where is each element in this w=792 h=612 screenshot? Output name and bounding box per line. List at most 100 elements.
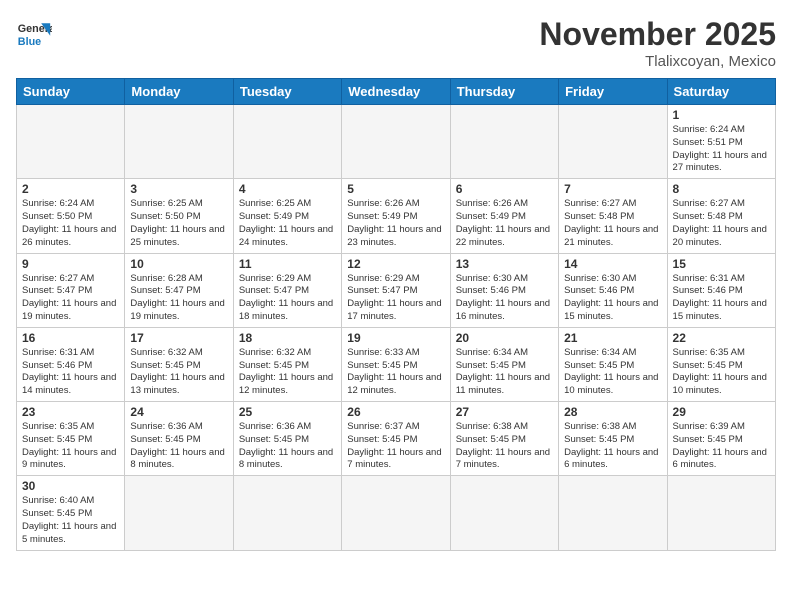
day-info: Sunrise: 6:32 AM Sunset: 5:45 PM Dayligh… xyxy=(130,347,227,398)
day-number: 9 xyxy=(22,257,119,271)
calendar-day-cell: 4Sunrise: 6:25 AM Sunset: 5:49 PM Daylig… xyxy=(233,179,341,253)
calendar-day-cell: 8Sunrise: 6:27 AM Sunset: 5:48 PM Daylig… xyxy=(667,179,775,253)
day-number: 18 xyxy=(239,331,336,345)
calendar-day-cell xyxy=(450,105,558,179)
day-info: Sunrise: 6:24 AM Sunset: 5:50 PM Dayligh… xyxy=(22,198,119,249)
calendar-day-cell: 23Sunrise: 6:35 AM Sunset: 5:45 PM Dayli… xyxy=(17,402,125,476)
calendar-day-cell xyxy=(17,105,125,179)
weekday-header-cell: Thursday xyxy=(450,79,558,105)
calendar-week-row: 23Sunrise: 6:35 AM Sunset: 5:45 PM Dayli… xyxy=(17,402,776,476)
calendar-day-cell xyxy=(233,105,341,179)
day-number: 14 xyxy=(564,257,661,271)
day-info: Sunrise: 6:28 AM Sunset: 5:47 PM Dayligh… xyxy=(130,273,227,324)
calendar-day-cell: 15Sunrise: 6:31 AM Sunset: 5:46 PM Dayli… xyxy=(667,253,775,327)
day-number: 5 xyxy=(347,182,444,196)
location-title: Tlalixcoyan, Mexico xyxy=(539,53,776,70)
weekday-header-cell: Sunday xyxy=(17,79,125,105)
day-number: 2 xyxy=(22,182,119,196)
weekday-header-cell: Friday xyxy=(559,79,667,105)
day-number: 4 xyxy=(239,182,336,196)
calendar-day-cell: 21Sunrise: 6:34 AM Sunset: 5:45 PM Dayli… xyxy=(559,327,667,401)
logo: General Blue xyxy=(16,16,52,52)
calendar-day-cell: 6 Sunrise: 6:26 AM Sunset: 5:49 PM Daylig… xyxy=(450,179,558,253)
calendar-day-cell: 5 Sunrise: 6:26 AM Sunset: 5:49 PM Daylig… xyxy=(342,179,450,253)
day-info: Sunrise: 6:26 AM Sunset: 5:49 PM Dayligh… xyxy=(347,198,444,249)
weekday-header-row: SundayMondayTuesdayWednesdayThursdayFrid… xyxy=(17,79,776,105)
weekday-header-cell: Monday xyxy=(125,79,233,105)
day-number: 20 xyxy=(456,331,553,345)
day-info: Sunrise: 6:29 AM Sunset: 5:47 PM Dayligh… xyxy=(347,273,444,324)
calendar-day-cell: 2 Sunrise: 6:24 AM Sunset: 5:50 PM Daylig… xyxy=(17,179,125,253)
logo-icon: General Blue xyxy=(16,16,52,52)
day-number: 16 xyxy=(22,331,119,345)
calendar-day-cell: 20 Sunrise: 6:34 AM Sunset: 5:45 PM Dayli… xyxy=(450,327,558,401)
day-number: 3 xyxy=(130,182,227,196)
calendar-day-cell: 17 Sunrise: 6:32 AM Sunset: 5:45 PM Dayli… xyxy=(125,327,233,401)
day-info: Sunrise: 6:27 AM Sunset: 5:48 PM Dayligh… xyxy=(564,198,661,249)
day-info: Sunrise: 6:29 AM Sunset: 5:47 PM Dayligh… xyxy=(239,273,336,324)
day-number: 21 xyxy=(564,331,661,345)
day-info: Sunrise: 6:33 AM Sunset: 5:45 PM Dayligh… xyxy=(347,347,444,398)
day-info: Sunrise: 6:34 AM Sunset: 5:45 PM Dayligh… xyxy=(456,347,553,398)
day-info: Sunrise: 6:37 AM Sunset: 5:45 PM Dayligh… xyxy=(347,421,444,472)
calendar-week-row: 2 Sunrise: 6:24 AM Sunset: 5:50 PM Daylig… xyxy=(17,179,776,253)
day-number: 22 xyxy=(673,331,770,345)
day-info: Sunrise: 6:35 AM Sunset: 5:45 PM Dayligh… xyxy=(22,421,119,472)
day-number: 7 xyxy=(564,182,661,196)
day-info: Sunrise: 6:40 AM Sunset: 5:45 PM Dayligh… xyxy=(22,495,119,546)
weekday-header-cell: Tuesday xyxy=(233,79,341,105)
day-info: Sunrise: 6:30 AM Sunset: 5:46 PM Dayligh… xyxy=(456,273,553,324)
day-info: Sunrise: 6:26 AM Sunset: 5:49 PM Dayligh… xyxy=(456,198,553,249)
calendar-day-cell: 26 Sunrise: 6:37 AM Sunset: 5:45 PM Dayli… xyxy=(342,402,450,476)
day-number: 25 xyxy=(239,405,336,419)
day-number: 13 xyxy=(456,257,553,271)
day-info: Sunrise: 6:30 AM Sunset: 5:46 PM Dayligh… xyxy=(564,273,661,324)
day-info: Sunrise: 6:39 AM Sunset: 5:45 PM Dayligh… xyxy=(673,421,770,472)
calendar-day-cell xyxy=(559,476,667,550)
day-number: 28 xyxy=(564,405,661,419)
calendar-day-cell xyxy=(233,476,341,550)
calendar-day-cell: 28 Sunrise: 6:38 AM Sunset: 5:45 PM Dayli… xyxy=(559,402,667,476)
calendar-week-row: 9Sunrise: 6:27 AM Sunset: 5:47 PM Daylig… xyxy=(17,253,776,327)
day-info: Sunrise: 6:36 AM Sunset: 5:45 PM Dayligh… xyxy=(130,421,227,472)
day-number: 15 xyxy=(673,257,770,271)
calendar-day-cell xyxy=(125,476,233,550)
calendar-table: SundayMondayTuesdayWednesdayThursdayFrid… xyxy=(16,78,776,551)
day-info: Sunrise: 6:36 AM Sunset: 5:45 PM Dayligh… xyxy=(239,421,336,472)
title-block: November 2025 Tlalixcoyan, Mexico xyxy=(539,16,776,70)
calendar-day-cell: 25 Sunrise: 6:36 AM Sunset: 5:45 PM Dayli… xyxy=(233,402,341,476)
calendar-body: 1Sunrise: 6:24 AM Sunset: 5:51 PM Daylig… xyxy=(17,105,776,551)
calendar-week-row: 30 Sunrise: 6:40 AM Sunset: 5:45 PM Dayli… xyxy=(17,476,776,550)
calendar-day-cell: 9Sunrise: 6:27 AM Sunset: 5:47 PM Daylig… xyxy=(17,253,125,327)
day-info: Sunrise: 6:38 AM Sunset: 5:45 PM Dayligh… xyxy=(564,421,661,472)
day-info: Sunrise: 6:38 AM Sunset: 5:45 PM Dayligh… xyxy=(456,421,553,472)
calendar-day-cell xyxy=(342,476,450,550)
calendar-day-cell: 3Sunrise: 6:25 AM Sunset: 5:50 PM Daylig… xyxy=(125,179,233,253)
day-number: 27 xyxy=(456,405,553,419)
day-info: Sunrise: 6:31 AM Sunset: 5:46 PM Dayligh… xyxy=(22,347,119,398)
day-number: 6 xyxy=(456,182,553,196)
calendar-day-cell: 13 Sunrise: 6:30 AM Sunset: 5:46 PM Dayli… xyxy=(450,253,558,327)
day-number: 10 xyxy=(130,257,227,271)
calendar-day-cell: 29 Sunrise: 6:39 AM Sunset: 5:45 PM Dayli… xyxy=(667,402,775,476)
day-number: 19 xyxy=(347,331,444,345)
day-number: 26 xyxy=(347,405,444,419)
day-number: 30 xyxy=(22,479,119,493)
day-info: Sunrise: 6:24 AM Sunset: 5:51 PM Dayligh… xyxy=(673,124,770,175)
day-number: 29 xyxy=(673,405,770,419)
calendar-day-cell: 12Sunrise: 6:29 AM Sunset: 5:47 PM Dayli… xyxy=(342,253,450,327)
calendar-day-cell: 27 Sunrise: 6:38 AM Sunset: 5:45 PM Dayli… xyxy=(450,402,558,476)
day-info: Sunrise: 6:35 AM Sunset: 5:45 PM Dayligh… xyxy=(673,347,770,398)
calendar-day-cell xyxy=(559,105,667,179)
weekday-header-cell: Saturday xyxy=(667,79,775,105)
calendar-day-cell: 7 Sunrise: 6:27 AM Sunset: 5:48 PM Daylig… xyxy=(559,179,667,253)
day-info: Sunrise: 6:27 AM Sunset: 5:48 PM Dayligh… xyxy=(673,198,770,249)
day-number: 11 xyxy=(239,257,336,271)
day-number: 17 xyxy=(130,331,227,345)
svg-text:Blue: Blue xyxy=(18,36,41,48)
page-header: General Blue November 2025 Tlalixcoyan, … xyxy=(16,16,776,70)
calendar-day-cell xyxy=(667,476,775,550)
calendar-day-cell xyxy=(125,105,233,179)
weekday-header-cell: Wednesday xyxy=(342,79,450,105)
calendar-week-row: 16 Sunrise: 6:31 AM Sunset: 5:46 PM Dayli… xyxy=(17,327,776,401)
